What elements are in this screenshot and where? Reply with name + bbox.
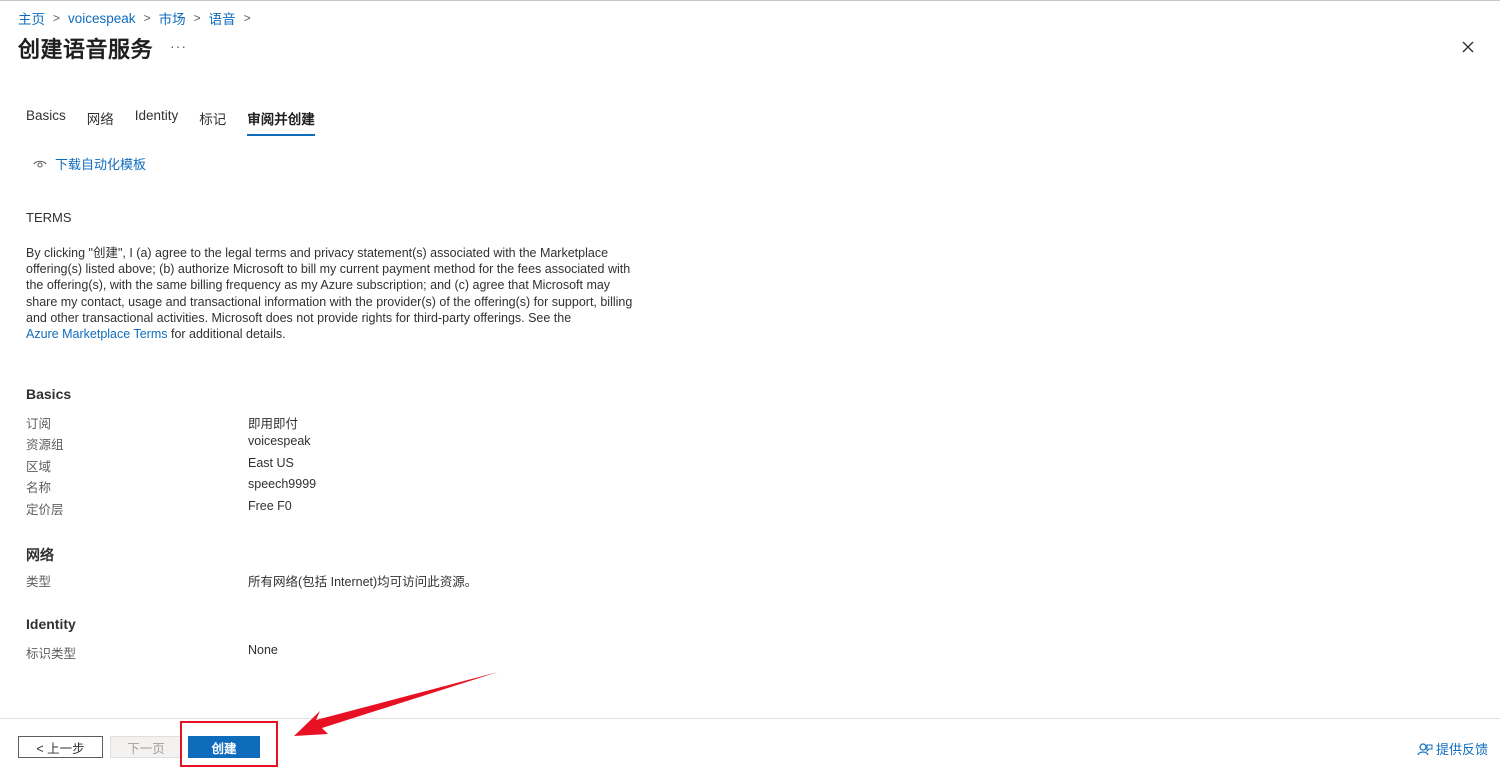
breadcrumb-item-speech[interactable]: 语音 [209, 8, 236, 28]
breadcrumb-item-resource-group[interactable]: voicespeak [68, 11, 136, 26]
more-options-button[interactable]: ··· [170, 38, 187, 54]
label-identity-type: 标识类型 [26, 647, 77, 661]
chevron-right-icon: > [243, 11, 251, 25]
label-resource-group: 资源组 [26, 438, 64, 452]
annotation-highlight-box [180, 721, 278, 767]
download-template-label: 下载自动化模板 [55, 157, 147, 172]
value-identity-type: None [248, 643, 278, 657]
breadcrumb: 主页 > voicespeak > 市场 > 语音 > [18, 8, 259, 28]
terms-body: By clicking "创建", I (a) agree to the leg… [26, 245, 641, 342]
previous-button[interactable]: < 上一步 [18, 736, 103, 758]
chevron-right-icon: > [53, 11, 61, 25]
eye-icon [33, 160, 47, 168]
chevron-right-icon: > [143, 11, 151, 25]
terms-text: By clicking "创建", I (a) agree to the leg… [26, 246, 633, 325]
terms-text-suffix: for additional details. [167, 327, 286, 342]
tab-network[interactable]: 网络 [87, 108, 114, 134]
tab-basics[interactable]: Basics [26, 108, 66, 134]
label-name: 名称 [26, 481, 52, 495]
label-subscription: 订阅 [26, 417, 52, 431]
value-resource-group: voicespeak [248, 434, 311, 448]
section-title-network: 网络 [26, 547, 54, 563]
tab-identity[interactable]: Identity [135, 108, 179, 134]
close-icon [1462, 41, 1474, 53]
tab-tags[interactable]: 标记 [199, 108, 226, 134]
value-region: East US [248, 456, 294, 470]
azure-marketplace-terms-link[interactable]: Azure Marketplace Terms [26, 327, 168, 341]
value-pricing-tier: Free F0 [248, 499, 292, 513]
tab-review-create[interactable]: 审阅并创建 [247, 108, 315, 136]
footer-divider [0, 718, 1500, 719]
breadcrumb-item-marketplace[interactable]: 市场 [159, 8, 186, 28]
feedback-link[interactable]: 提供反馈 [1417, 739, 1488, 758]
label-region: 区域 [26, 460, 52, 474]
section-title-identity: Identity [26, 616, 76, 632]
chevron-right-icon: > [193, 11, 201, 25]
value-name: speech9999 [248, 477, 317, 491]
feedback-person-icon [1417, 742, 1433, 755]
wizard-tabs: Basics 网络 Identity 标记 审阅并创建 [26, 108, 336, 136]
terms-heading: TERMS [26, 210, 72, 225]
section-title-basics: Basics [26, 386, 72, 402]
next-button[interactable]: 下一页 [110, 736, 182, 758]
label-pricing-tier: 定价层 [26, 503, 64, 517]
annotation-arrow-icon [294, 672, 498, 736]
value-subscription: 即用即付 [248, 417, 299, 431]
page-title: 创建语音服务 [18, 37, 154, 62]
value-network-type: 所有网络(包括 Internet)均可访问此资源。 [248, 575, 478, 589]
label-network-type: 类型 [26, 575, 52, 589]
breadcrumb-item-home[interactable]: 主页 [18, 8, 45, 28]
feedback-label: 提供反馈 [1436, 742, 1489, 757]
close-button[interactable] [1457, 36, 1479, 58]
download-template-link[interactable]: 下载自动化模板 [33, 154, 146, 173]
top-border [0, 0, 1500, 1]
